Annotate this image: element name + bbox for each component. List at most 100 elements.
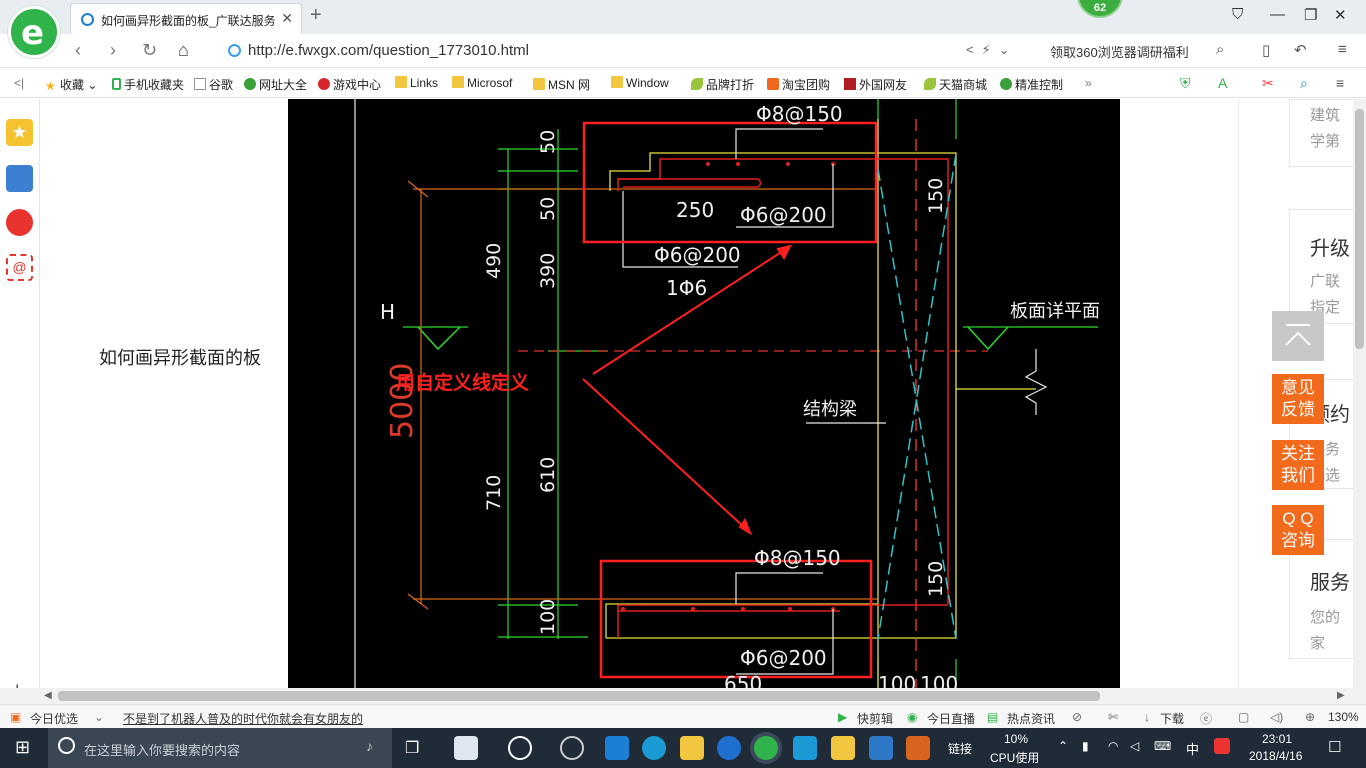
bookmark-item[interactable]: Window [611,76,669,90]
g-app-icon[interactable] [717,736,741,760]
quick-clip-link[interactable]: 快剪辑 [857,710,893,727]
windows-start-icon[interactable]: ⊞ [15,737,30,758]
url-field[interactable]: http://e.fwxgx.com/question_1773010.html [222,38,1042,64]
shield-icon[interactable]: ⛨ [1180,75,1191,92]
edge-icon[interactable] [605,736,629,760]
tray-up-icon[interactable]: ⌃ [1058,739,1068,753]
scissors-icon[interactable]: ✂ [1262,75,1274,92]
file-explorer-icon[interactable] [680,736,704,760]
bookmark-item[interactable]: ★ 收藏 ⌄ [45,76,97,93]
related-card[interactable]: 服务 您的 家 [1289,539,1353,659]
briefcase-icon[interactable] [869,736,893,760]
links-toolbar[interactable]: 链接 [948,740,972,757]
ie-icon[interactable]: ⓔ [1200,710,1212,727]
qq-consult-button[interactable]: Q Q 咨询 [1272,505,1324,555]
bookmark-item[interactable]: 游戏中心 [318,76,381,93]
speed-icon[interactable]: ⊘ [1072,710,1082,724]
live-link[interactable]: 今日直播 [927,710,975,727]
mic-icon[interactable]: ♪ [366,738,373,754]
news-list-icon[interactable] [6,165,33,192]
horizontal-scrollbar[interactable]: ◀ ▶ [0,688,1366,704]
vertical-scrollbar[interactable] [1353,99,1366,688]
home-icon[interactable]: ⌂ [178,40,189,61]
tab-close-icon[interactable]: ✕ [281,10,293,27]
bookmark-item[interactable]: 精准控制 [1000,76,1063,93]
notes-icon[interactable] [831,736,855,760]
ie-icon[interactable] [642,736,666,760]
promo-link[interactable]: 领取360浏览器调研福利 [1050,42,1189,61]
more-bookmarks-icon[interactable]: » [1085,76,1092,90]
bookmark-item[interactable]: Links [395,76,438,90]
feedback-button[interactable]: 意见 反馈 [1272,374,1324,424]
shirt-icon[interactable]: ⛉ [1232,6,1243,23]
mobile-icon[interactable]: ▯ [1262,41,1270,59]
refresh-icon[interactable]: ↻ [142,40,157,61]
back-to-top-button[interactable] [1272,311,1324,361]
weibo-icon[interactable] [6,209,33,236]
scroll-left-icon[interactable]: ◀ [44,690,52,701]
undo-icon[interactable]: ↶ [1294,41,1307,59]
sogou-icon[interactable] [1214,738,1230,754]
app-icon[interactable] [560,736,584,760]
download-link[interactable]: 下载 [1160,710,1184,727]
bookmarks-toggle-icon[interactable]: <| [14,76,24,90]
favorites-star-icon[interactable]: ★ [6,119,33,146]
dimension-label: 250 [676,198,714,222]
wifi-icon[interactable]: ◠ [1108,739,1118,753]
url-text[interactable]: http://e.fwxgx.com/question_1773010.html [248,42,529,59]
browser-logo[interactable]: e [8,6,60,58]
ie-browser-icon[interactable] [508,736,532,760]
scroll-thumb[interactable] [1355,109,1364,349]
bookmark-item[interactable]: 网址大全 [244,76,307,93]
browser-tab[interactable]: 如何画异形截面的板_广联达服务 ✕ [70,3,302,34]
today-picks[interactable]: 今日优选 [30,710,78,727]
bookmark-item[interactable]: Microsof [452,76,512,90]
scroll-thumb[interactable] [58,691,1100,701]
sound-icon[interactable]: ◁) [1270,710,1283,724]
maximize-icon[interactable]: ❐ [1304,6,1317,24]
bookmark-item[interactable]: 淘宝团购 [767,76,830,93]
tool-icon[interactable]: ✄ [1108,710,1118,724]
pinwheel-app-icon[interactable] [454,736,478,760]
more-tools-icon[interactable]: ≡ [1336,75,1344,91]
back-icon[interactable]: ‹ [75,40,81,61]
menu-icon[interactable]: ≡ [1338,41,1347,58]
related-card[interactable]: 建筑 学第 [1289,99,1353,167]
bookmark-item[interactable]: 谷歌 [194,76,233,93]
keyboard-icon[interactable]: ⌨ [1154,739,1171,753]
chevron-down-icon[interactable]: ⌄ [94,710,104,724]
news-ticker[interactable]: 不是到了机器人普及的时代你就会有女朋友的 [123,710,363,727]
window-icon[interactable]: ▢ [1238,710,1249,724]
ppt-icon[interactable] [906,736,930,760]
share-icon[interactable]: <⚡⌄ [966,42,1018,58]
bookmark-item[interactable]: 天猫商城 [924,76,987,93]
forward-icon[interactable]: › [110,40,116,61]
360-browser-icon[interactable] [754,736,778,760]
bookmark-item[interactable]: MSN 网 [533,76,590,93]
email-icon[interactable]: @ [6,254,33,281]
bookmark-item[interactable]: 品牌打折 [691,76,754,93]
bookmark-item[interactable]: 手机收藏夹 [112,76,184,93]
close-window-icon[interactable]: ✕ [1334,6,1347,24]
battery-icon[interactable]: ▮ [1082,739,1089,753]
related-card[interactable]: 升级 广联 指定 [1289,209,1353,324]
taskbar-search[interactable]: 在这里输入你要搜索的内容 ♪ [48,728,392,768]
follow-us-button[interactable]: 关注 我们 [1272,440,1324,490]
task-view-icon[interactable]: ❐ [405,738,419,758]
notification-icon[interactable]: ☐ [1328,738,1341,756]
clock-time[interactable]: 23:01 [1262,732,1292,746]
translate-icon[interactable]: A [1218,75,1227,91]
new-tab-icon[interactable]: + [310,4,322,27]
clock-date[interactable]: 2018/4/16 [1249,749,1302,763]
volume-icon[interactable]: ◁ [1130,739,1139,753]
scroll-right-icon[interactable]: ▶ [1337,690,1345,701]
pinwheel-blue-icon[interactable] [793,736,817,760]
hot-news-link[interactable]: 热点资讯 [1007,710,1055,727]
zoom-level[interactable]: 130% [1328,710,1359,724]
bookmark-item[interactable]: 外国网友 [844,76,907,93]
minimize-icon[interactable]: — [1270,6,1285,23]
search-icon[interactable]: ⌕ [1216,41,1224,58]
ime-indicator[interactable]: 中 [1186,739,1199,758]
counter-badge[interactable]: 62 [1077,0,1123,18]
search-tool-icon[interactable]: ⌕ [1300,75,1308,92]
